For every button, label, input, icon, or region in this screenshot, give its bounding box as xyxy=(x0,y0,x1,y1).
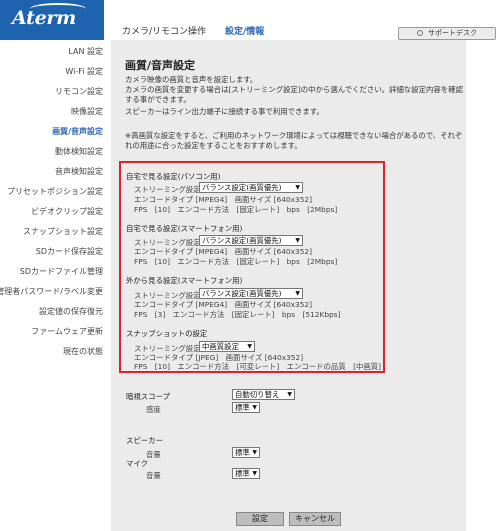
section-snapshot-title: スナップショットの設定 xyxy=(126,329,208,338)
chevron-down-icon: ▼ xyxy=(252,449,257,456)
fps-info: FPS [10] エンコード方法 [固定レート] bps [2Mbps] xyxy=(134,257,338,266)
home-phone-streaming-select[interactable]: バランス設定(画質優先) ▼ xyxy=(199,235,303,246)
aterm-logo[interactable]: Aterm xyxy=(0,0,104,40)
sidebar-item-sound[interactable]: 音声検知設定 xyxy=(55,166,103,177)
chevron-down-icon: ▼ xyxy=(295,237,300,244)
save-button[interactable]: 設定 xyxy=(236,512,284,526)
chevron-down-icon: ▼ xyxy=(252,404,257,411)
header-title[interactable]: カメラ/リモコン操作 xyxy=(122,24,206,37)
night-scope-select[interactable]: 自動切り替え ▼ xyxy=(232,389,295,400)
sidebar-item-sd-files[interactable]: SDカードファイル管理 xyxy=(20,266,103,277)
mic-label: マイク xyxy=(126,459,149,468)
sidebar-item-sd-save[interactable]: SDカード保存設定 xyxy=(36,246,103,257)
fps-info: FPS [10] エンコード方法 [可変レート] エンコードの品質 [中画質] xyxy=(134,362,382,371)
mic-volume-label: 音量 xyxy=(146,471,161,480)
mic-volume-select[interactable]: 標準 ▼ xyxy=(232,468,260,479)
sidebar-item-backup[interactable]: 設定値の保存復元 xyxy=(39,306,103,317)
speaker-label: スピーカー xyxy=(126,436,163,445)
gear-icon xyxy=(417,30,423,36)
support-desk-label: サポートデスク xyxy=(428,29,477,37)
sidebar-item-videoclip[interactable]: ビデオクリップ設定 xyxy=(31,206,103,217)
chevron-down-icon: ▼ xyxy=(287,391,292,398)
page-title: 画質/音声設定 xyxy=(125,59,196,72)
section-home-phone-title: 自宅で見る設定(スマートフォン用) xyxy=(126,224,243,233)
sidebar-item-quality-audio[interactable]: 画質/音声設定 xyxy=(52,126,103,137)
description-1: カメラ映像の画質と音声を設定します。 xyxy=(125,75,258,84)
night-scope-label: 暗視スコープ xyxy=(126,392,170,401)
fps-info: FPS [3] エンコード方法 [固定レート] bps [512Kbps] xyxy=(134,310,341,319)
header-settings-link[interactable]: 設定/情報 xyxy=(225,24,264,37)
select-value: 自動切り替え xyxy=(235,390,280,399)
description-4: ※高画質な設定をすると、ご利用のネットワーク環境によっては視聴できない場合がある… xyxy=(125,131,463,150)
home-pc-streaming-select[interactable]: バランス設定(画質優先) ▼ xyxy=(199,182,303,193)
chevron-down-icon: ▼ xyxy=(295,184,300,191)
sidebar-item-motion[interactable]: 動体検知設定 xyxy=(55,146,103,157)
snapshot-streaming-select[interactable]: 中画質設定 ▼ xyxy=(199,341,255,352)
select-value: バランス設定(画質優先) xyxy=(202,183,282,192)
select-value: 標準 xyxy=(235,403,250,412)
speaker-volume-label: 音量 xyxy=(146,450,161,459)
sidebar-item-video[interactable]: 映像設定 xyxy=(71,106,103,117)
outside-phone-streaming-select[interactable]: バランス設定(画質優先) ▼ xyxy=(199,288,303,299)
fps-info: FPS [10] エンコード方法 [固定レート] bps [2Mbps] xyxy=(134,205,338,214)
sidebar: LAN 設定 Wi-Fi 設定 リモコン設定 映像設定 画質/音声設定 動体検知… xyxy=(0,40,110,531)
header: Aterm カメラ/リモコン操作 設定/情報 サポートデスク xyxy=(0,0,500,42)
sidebar-item-lan[interactable]: LAN 設定 xyxy=(68,46,103,57)
sidebar-item-status[interactable]: 現在の状態 xyxy=(63,346,103,357)
select-value: 標準 xyxy=(235,448,250,457)
select-value: 標準 xyxy=(235,469,250,478)
select-value: バランス設定(画質優先) xyxy=(202,236,282,245)
sidebar-item-preset[interactable]: プリセットポジション設定 xyxy=(7,186,103,197)
logo-text: Aterm xyxy=(12,7,76,29)
speaker-volume-select[interactable]: 標準 ▼ xyxy=(232,447,260,458)
section-home-pc-title: 自宅で見る設定(パソコン用) xyxy=(126,172,221,181)
chevron-down-icon: ▼ xyxy=(247,343,252,350)
chevron-down-icon: ▼ xyxy=(252,470,257,477)
chevron-down-icon: ▼ xyxy=(295,290,300,297)
sidebar-item-remote[interactable]: リモコン設定 xyxy=(55,86,103,97)
sidebar-item-firmware[interactable]: ファームウェア更新 xyxy=(31,326,103,337)
sensitivity-label: 感度 xyxy=(146,405,161,414)
section-outside-phone-title: 外から見る設定(スマートフォン用) xyxy=(126,276,243,285)
description-3: スピーカーはライン出力端子に接続する事で利用できます。 xyxy=(125,107,324,116)
select-value: 中画質設定 xyxy=(202,342,239,351)
sidebar-item-wifi[interactable]: Wi-Fi 設定 xyxy=(65,66,103,77)
sidebar-item-admin[interactable]: 管理者パスワード/ラベル変更 xyxy=(0,286,103,297)
select-value: バランス設定(画質優先) xyxy=(202,289,282,298)
cancel-button[interactable]: キャンセル xyxy=(289,512,341,526)
sidebar-item-snapshot[interactable]: スナップショット設定 xyxy=(23,226,103,237)
description-2: カメラの画質を変更する場合は[ストリーミング設定]の中から選んでください。詳細な… xyxy=(125,85,463,104)
support-desk-button[interactable]: サポートデスク xyxy=(398,27,496,40)
sensitivity-select[interactable]: 標準 ▼ xyxy=(232,402,260,413)
